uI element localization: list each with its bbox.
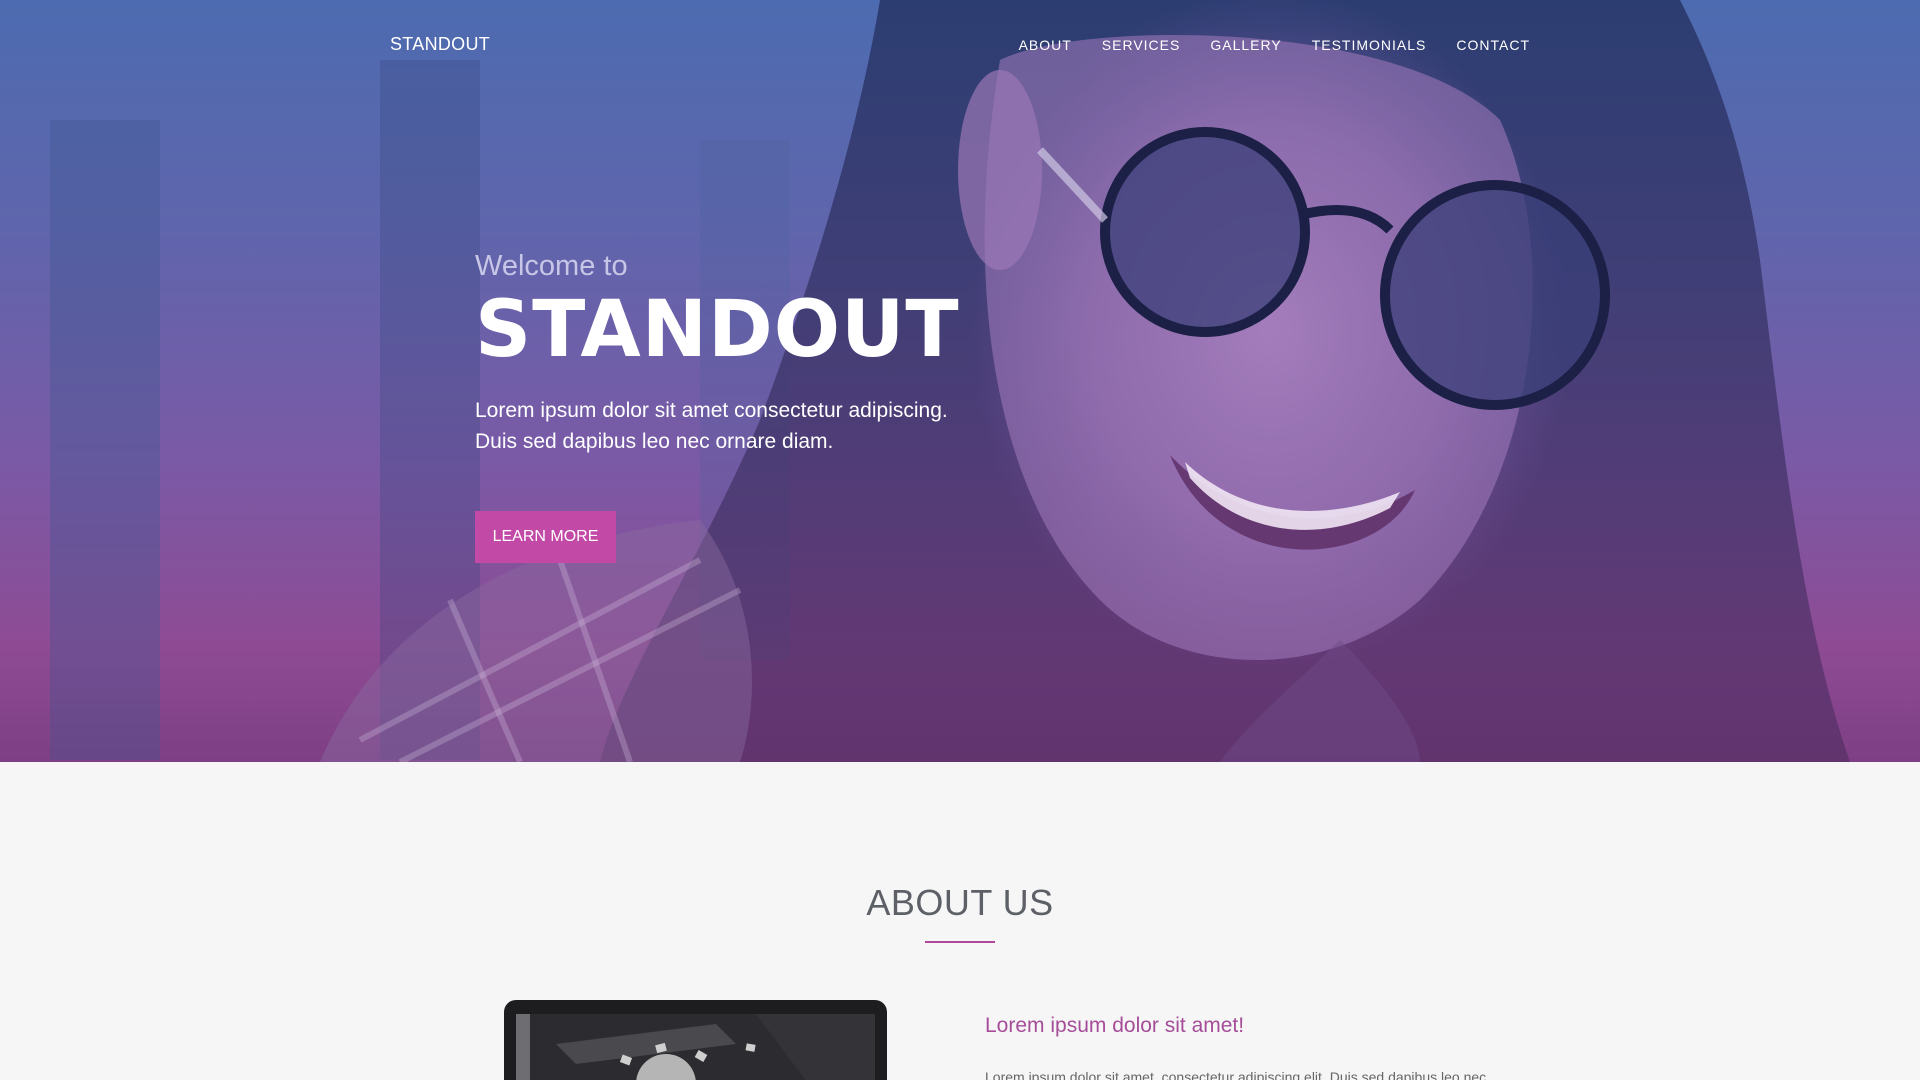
hero-description: Lorem ipsum dolor sit amet consectetur a… bbox=[475, 395, 1175, 457]
nav-link-gallery[interactable]: GALLERY bbox=[1210, 37, 1281, 53]
laptop-screen-image bbox=[516, 1014, 875, 1080]
nav-link-contact[interactable]: CONTACT bbox=[1456, 37, 1530, 53]
learn-more-button[interactable]: LEARN MORE bbox=[475, 511, 616, 563]
hero-welcome-text: Welcome to bbox=[475, 250, 628, 282]
nav-item-gallery: GALLERY bbox=[1210, 37, 1281, 55]
nav-link-about[interactable]: ABOUT bbox=[1019, 37, 1072, 53]
nav-item-testimonials: TESTIMONIALS bbox=[1312, 37, 1427, 55]
about-title-underline bbox=[925, 941, 995, 943]
hero-title: STANDOUT bbox=[475, 285, 960, 375]
nav-link-testimonials[interactable]: TESTIMONIALS bbox=[1312, 37, 1427, 53]
hero-text-block: Welcome to STANDOUT Lorem ipsum dolor si… bbox=[475, 250, 1175, 457]
about-paragraph: Lorem ipsum dolor sit amet, consectetur … bbox=[985, 1069, 1487, 1080]
nav-item-about: ABOUT bbox=[1019, 37, 1072, 55]
nav-menu: ABOUT SERVICES GALLERY TESTIMONIALS CONT… bbox=[1019, 37, 1530, 55]
nav-link-services[interactable]: SERVICES bbox=[1102, 37, 1181, 53]
hero-description-line-2: Duis sed dapibus leo nec ornare diam. bbox=[475, 430, 834, 453]
about-subtitle: Lorem ipsum dolor sit amet! bbox=[985, 1014, 1245, 1037]
laptop-image bbox=[504, 1000, 887, 1080]
hero-description-line-1: Lorem ipsum dolor sit amet consectetur a… bbox=[475, 399, 948, 422]
top-navbar: STANDOUT ABOUT SERVICES GALLERY TESTIMON… bbox=[0, 0, 1920, 90]
about-section-title: ABOUT US bbox=[866, 882, 1054, 923]
hero-section: STANDOUT ABOUT SERVICES GALLERY TESTIMON… bbox=[0, 0, 1920, 762]
nav-item-services: SERVICES bbox=[1102, 37, 1181, 55]
about-section: ABOUT US Lorem ipsum dolor sit amet! Lor… bbox=[0, 762, 1920, 1080]
brand-logo-link[interactable]: STANDOUT bbox=[390, 34, 490, 55]
nav-item-contact: CONTACT bbox=[1456, 37, 1530, 55]
